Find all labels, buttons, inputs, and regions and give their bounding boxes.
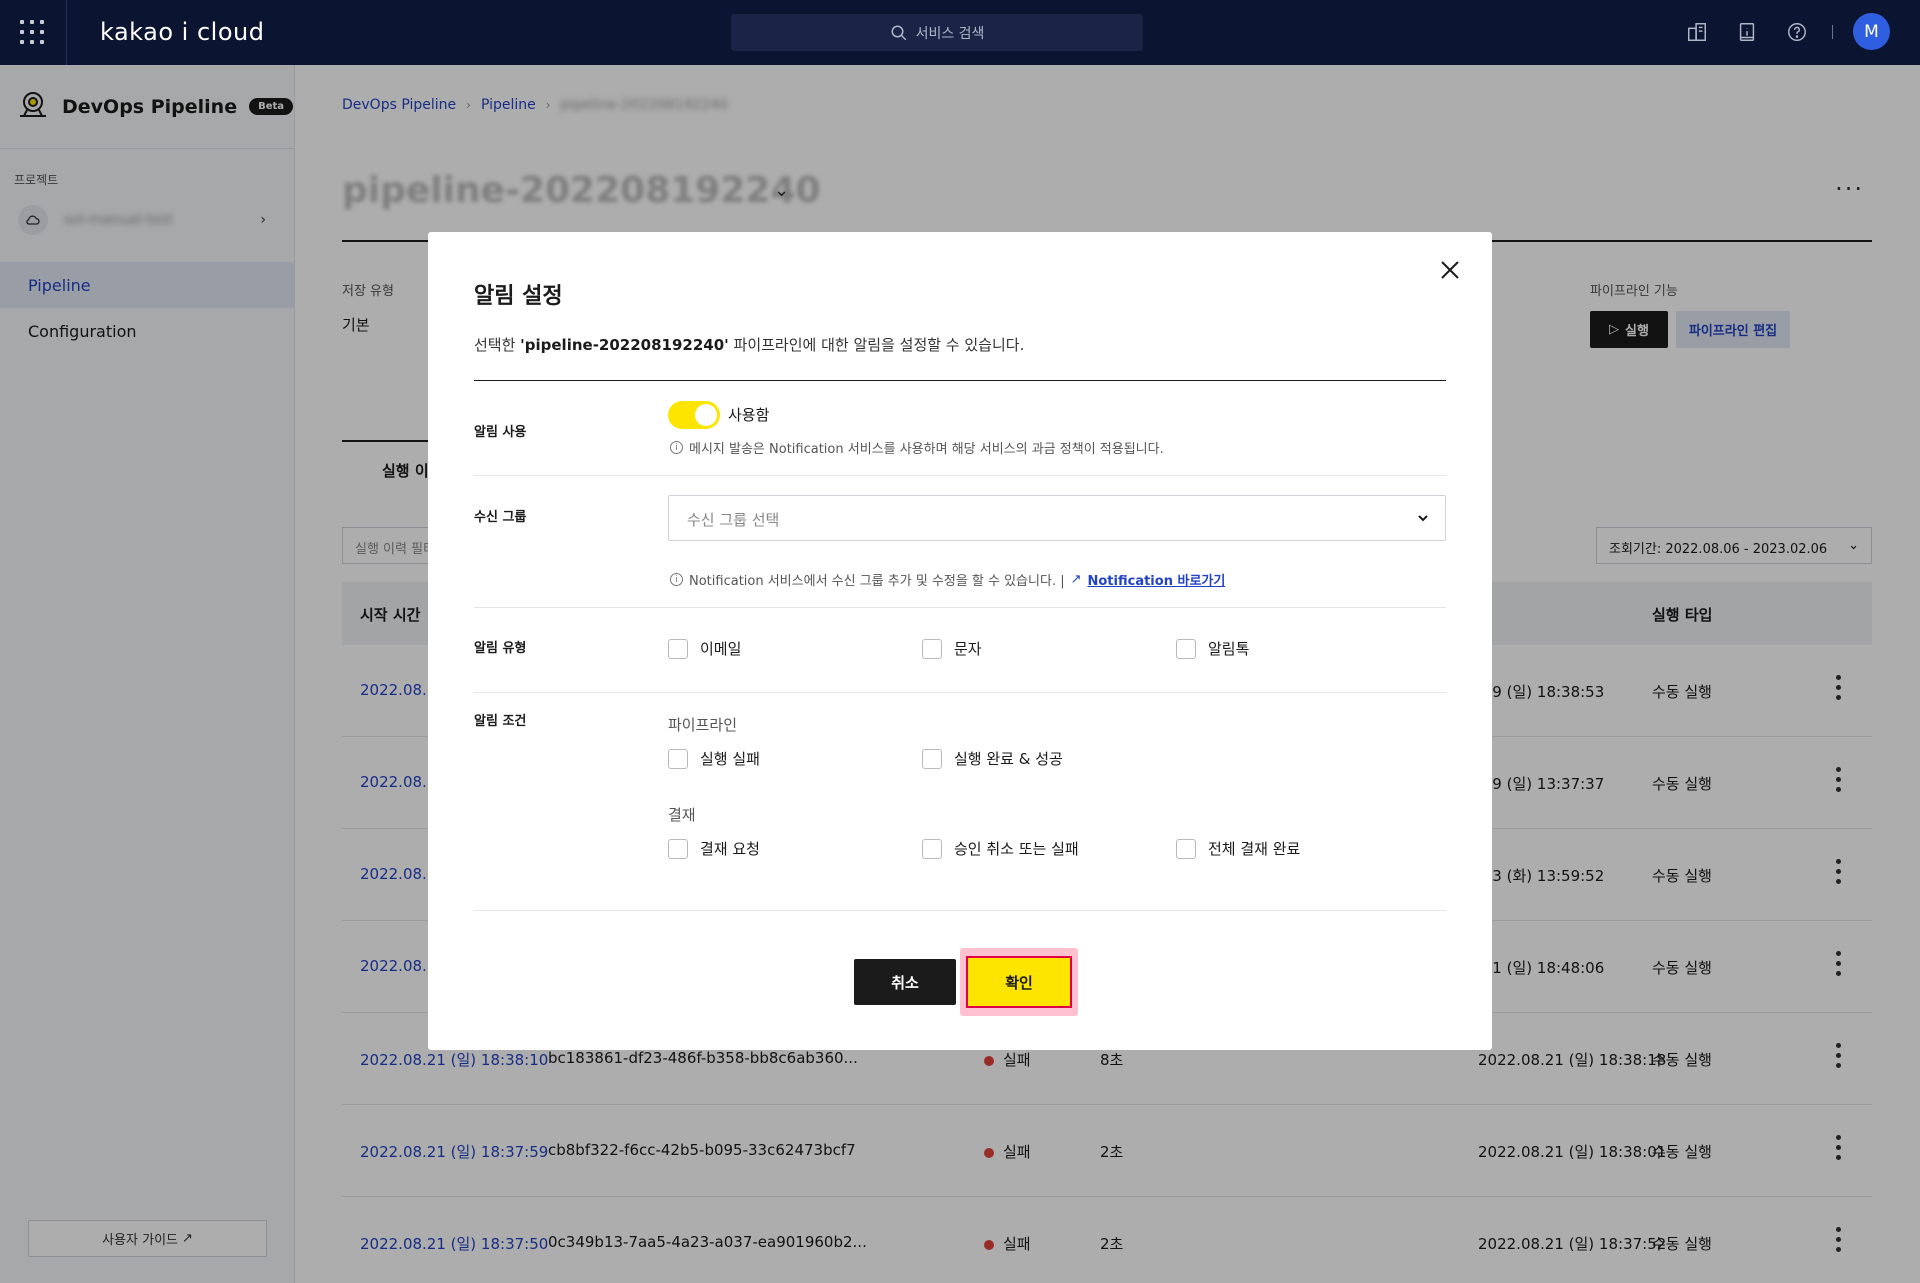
desc-prefix: 선택한 (474, 336, 521, 354)
checkbox-label: 결재 요청 (700, 840, 760, 858)
divider (1832, 24, 1833, 39)
use-hint: i 메시지 발송은 Notification 서비스를 사용하며 해당 서비스의… (670, 438, 1164, 457)
checkbox-box[interactable] (922, 638, 942, 659)
divider (66, 0, 67, 65)
approval-request-checkbox[interactable]: 결재 요청 (668, 838, 760, 859)
checkbox-label: 실행 완료 & 성공 (954, 750, 1063, 768)
checkbox-box[interactable] (668, 638, 688, 659)
notification-condition-label: 알림 조건 (474, 714, 527, 729)
search-input[interactable]: 서비스 검색 (731, 14, 1143, 51)
modal-title: 알림 설정 (474, 284, 563, 309)
avatar[interactable]: M (1853, 13, 1890, 50)
notification-type-label: 알림 유형 (474, 641, 527, 656)
receiver-group-placeholder: 수신 그룹 선택 (687, 511, 780, 529)
approval-complete-checkbox[interactable]: 전체 결재 완료 (1176, 838, 1300, 859)
external-link-icon: ↗ (1070, 572, 1082, 587)
run-success-checkbox[interactable]: 실행 완료 & 성공 (922, 748, 1063, 769)
logo[interactable]: kakao i cloud (100, 18, 264, 46)
desc-pipeline-name: 'pipeline-202208192240' (520, 336, 729, 354)
notification-use-label: 알림 사용 (474, 425, 527, 440)
group-hint: i Notification 서비스에서 수신 그룹 추가 및 수정을 할 수 … (670, 570, 1225, 589)
chevron-down-icon (1418, 515, 1428, 522)
divider (474, 692, 1446, 693)
receiver-group-select[interactable]: 수신 그룹 선택 (668, 495, 1446, 541)
divider (474, 607, 1446, 608)
checkbox-box[interactable] (1176, 838, 1196, 859)
checkbox-box[interactable] (1176, 638, 1196, 659)
help-icon[interactable] (1782, 17, 1812, 47)
divider (474, 475, 1446, 476)
info-icon: i (670, 573, 683, 586)
checkbox-label: 이메일 (700, 640, 742, 658)
sms-checkbox[interactable]: 문자 (922, 638, 982, 659)
checkbox-label: 알림톡 (1208, 640, 1250, 658)
cancel-button[interactable]: 취소 (854, 959, 956, 1005)
console-icon[interactable] (1682, 17, 1712, 47)
checkbox-box[interactable] (668, 838, 688, 859)
divider (474, 910, 1446, 911)
notification-toggle[interactable] (668, 401, 720, 429)
checkbox-box[interactable] (922, 748, 942, 769)
modal-description: 선택한 'pipeline-202208192240' 파이프라인에 대한 알림… (474, 334, 1024, 355)
checkbox-box[interactable] (922, 838, 942, 859)
notification-settings-modal: 알림 설정 선택한 'pipeline-202208192240' 파이프라인에… (428, 232, 1492, 1050)
use-hint-text: 메시지 발송은 Notification 서비스를 사용하며 해당 서비스의 과… (689, 442, 1164, 457)
checkbox-box[interactable] (668, 748, 688, 769)
notification-link[interactable]: Notification 바로가기 (1088, 570, 1226, 589)
checkbox-label: 승인 취소 또는 실패 (954, 840, 1079, 858)
checkbox-label: 실행 실패 (700, 750, 760, 768)
confirm-button[interactable]: 확인 (966, 956, 1072, 1008)
desc-suffix: 파이프라인에 대한 알림을 설정할 수 있습니다. (728, 336, 1025, 354)
docs-icon[interactable] (1732, 17, 1762, 47)
close-icon[interactable] (1436, 256, 1464, 284)
checkbox-label: 전체 결재 완료 (1208, 840, 1301, 858)
alimtalk-checkbox[interactable]: 알림톡 (1176, 638, 1249, 659)
top-icons: M (1682, 13, 1890, 50)
receiver-group-label: 수신 그룹 (474, 510, 527, 525)
info-icon: i (670, 441, 683, 454)
run-failed-checkbox[interactable]: 실행 실패 (668, 748, 760, 769)
pipeline-sub-label: 파이프라인 (668, 716, 738, 734)
checkbox-label: 문자 (954, 640, 982, 658)
group-hint-text: Notification 서비스에서 수신 그룹 추가 및 수정을 할 수 있습… (689, 574, 1065, 589)
toggle-label: 사용함 (728, 406, 770, 424)
search-placeholder: 서비스 검색 (915, 25, 985, 42)
search-icon (891, 25, 906, 40)
top-bar: kakao i cloud 서비스 검색 M (0, 0, 1920, 65)
approval-cancel-checkbox[interactable]: 승인 취소 또는 실패 (922, 838, 1079, 859)
approval-sub-label: 결재 (668, 806, 696, 824)
email-checkbox[interactable]: 이메일 (668, 638, 741, 659)
divider (474, 380, 1446, 381)
app-menu-icon[interactable] (20, 20, 44, 44)
